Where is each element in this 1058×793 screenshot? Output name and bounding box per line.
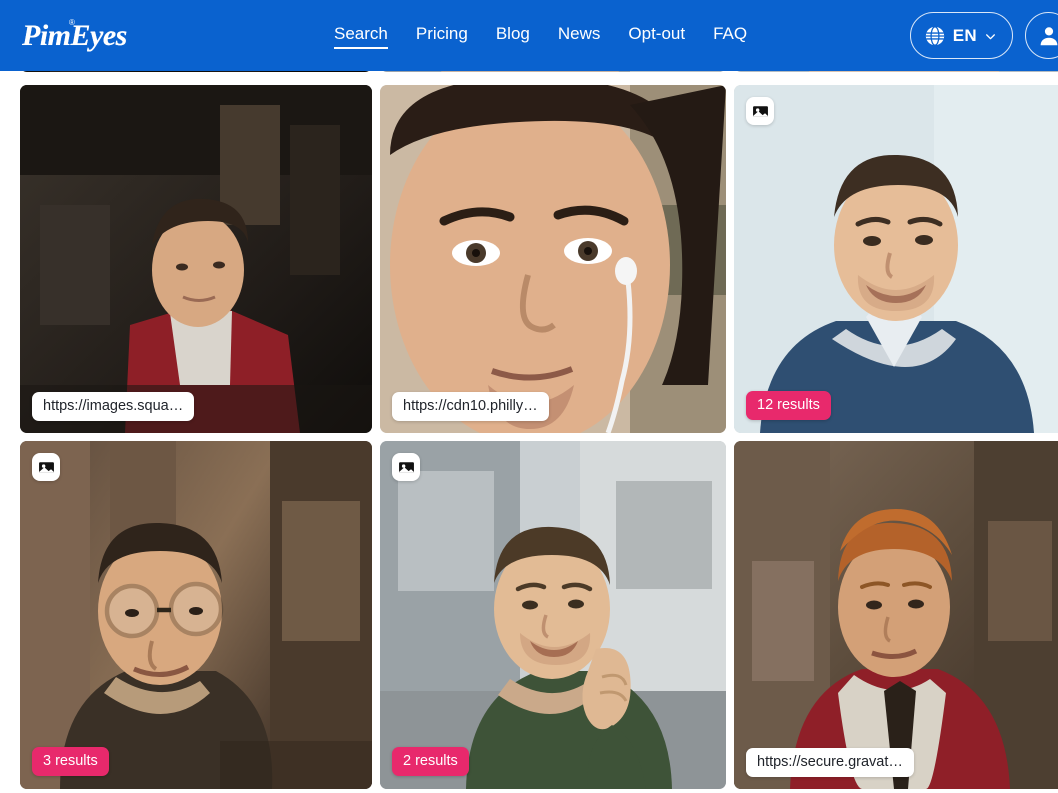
result-card[interactable]: https://cdn10.philly… [380, 85, 726, 433]
image-type-flag [746, 97, 774, 125]
main-navigation: Search Pricing Blog News Opt-out FAQ [334, 0, 747, 71]
image-type-flag [392, 453, 420, 481]
language-code: EN [952, 25, 977, 45]
user-avatar-icon [1040, 26, 1057, 45]
photo-icon [38, 461, 54, 473]
source-url-badge[interactable]: https://cdn10.philly… [392, 391, 549, 421]
result-count-badge[interactable]: 3 results [32, 746, 109, 776]
nav-item-search[interactable]: Search [334, 25, 388, 49]
result-card[interactable]: https://secure.gravat… [734, 441, 1058, 789]
globe-icon [925, 25, 944, 46]
result-thumbnail [20, 441, 372, 789]
nav-item-blog[interactable]: Blog [496, 25, 530, 47]
result-card[interactable]: 3 results [20, 441, 372, 789]
photo-icon [752, 105, 768, 117]
site-header: PimEyes ® Search Pricing Blog News Opt-o… [0, 0, 1058, 71]
nav-item-opt-out[interactable]: Opt-out [628, 25, 685, 47]
nav-item-pricing[interactable]: Pricing [416, 25, 468, 47]
result-card[interactable]: 2 results [380, 441, 726, 789]
photo-icon [398, 461, 414, 473]
result-thumbnail [380, 441, 726, 789]
chevron-down-icon [986, 34, 995, 40]
nav-item-news[interactable]: News [558, 25, 601, 47]
search-results-grid: https://images.squa… https://cdn10.phill… [0, 0, 1058, 793]
pimeyes-logo[interactable]: PimEyes ® [22, 16, 132, 56]
result-thumbnail [734, 85, 1058, 433]
header-actions: EN [909, 0, 1058, 71]
registered-trademark-icon: ® [69, 17, 75, 27]
source-url-badge[interactable]: https://images.squa… [32, 391, 195, 421]
result-card[interactable]: https://images.squa… [20, 85, 372, 433]
result-thumbnail [20, 85, 372, 433]
result-thumbnail [380, 85, 726, 433]
result-thumbnail [734, 441, 1058, 789]
nav-item-faq[interactable]: FAQ [713, 25, 747, 47]
result-count-badge[interactable]: 12 results [746, 390, 831, 420]
account-button[interactable] [1025, 12, 1058, 59]
language-selector[interactable]: EN [909, 12, 1013, 59]
source-url-badge[interactable]: https://secure.gravat… [746, 747, 914, 777]
result-count-badge[interactable]: 2 results [392, 746, 469, 776]
result-card[interactable]: 12 results [734, 85, 1058, 433]
image-type-flag [32, 453, 60, 481]
